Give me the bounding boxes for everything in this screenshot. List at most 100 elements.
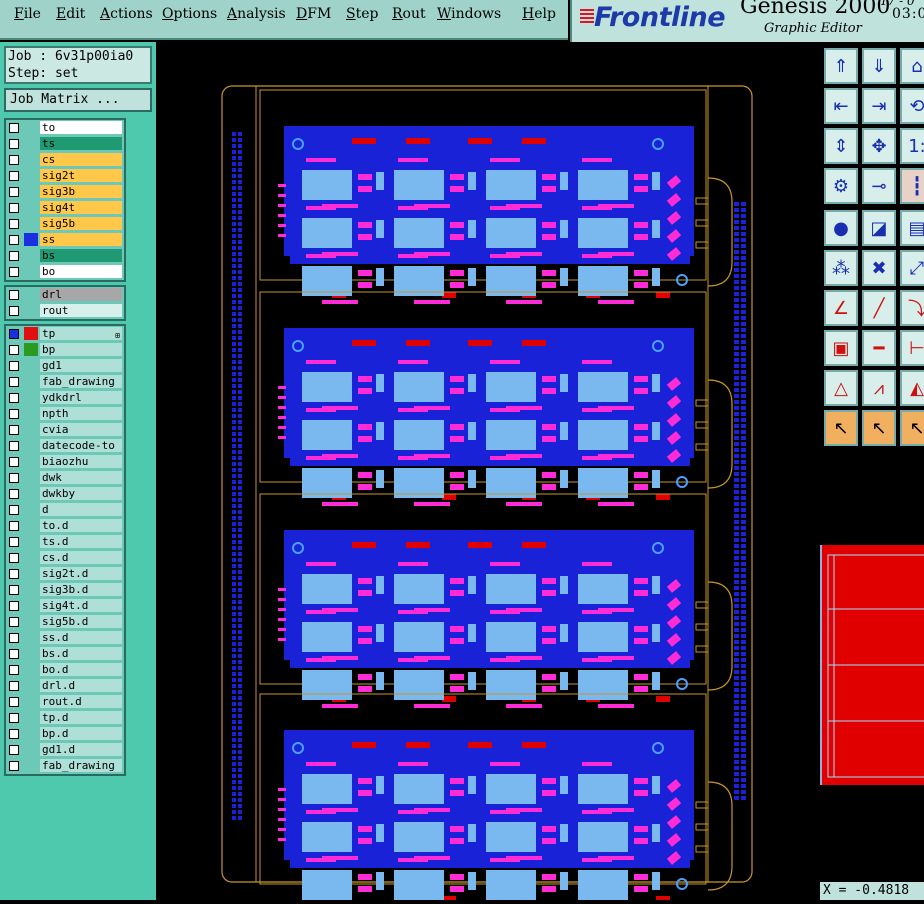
pan-right-icon[interactable]: ⇥ bbox=[862, 88, 896, 124]
layer-row-tp.d[interactable]: tp.d bbox=[6, 710, 124, 726]
layer-name[interactable]: fab_drawing bbox=[40, 759, 122, 772]
measure-icon[interactable]: ⚙ bbox=[824, 168, 858, 204]
layer-name[interactable]: ts bbox=[40, 137, 122, 150]
layer-name[interactable]: bp.d bbox=[40, 727, 122, 740]
layer-name[interactable]: sig3b bbox=[40, 185, 122, 198]
layer-name[interactable]: sig2t bbox=[40, 169, 122, 182]
layer-affected-checkbox[interactable] bbox=[9, 633, 19, 643]
pointer-icon[interactable]: ↖ bbox=[824, 410, 858, 446]
layer-affected-checkbox[interactable] bbox=[9, 569, 19, 579]
select-feature-icon[interactable]: ● bbox=[824, 210, 858, 246]
layer-list-scroll-area[interactable] bbox=[126, 118, 154, 898]
layer-row-cs.d[interactable]: cs.d bbox=[6, 550, 124, 566]
pointer-alt-icon[interactable]: ↖ bbox=[862, 410, 896, 446]
layer-row-to[interactable]: to bbox=[6, 120, 124, 136]
layer-row-sig4t.d[interactable]: sig4t.d bbox=[6, 598, 124, 614]
layer-row-gd1.d[interactable]: gd1.d bbox=[6, 742, 124, 758]
menu-file[interactable]: File bbox=[14, 6, 41, 22]
layer-affected-checkbox[interactable] bbox=[9, 697, 19, 707]
layer-affected-checkbox[interactable] bbox=[9, 235, 19, 245]
layer-row-ts.d[interactable]: ts.d bbox=[6, 534, 124, 550]
layer-name[interactable]: rout bbox=[40, 304, 122, 317]
layer-affected-checkbox[interactable] bbox=[9, 267, 19, 277]
layer-name[interactable]: bo.d bbox=[40, 663, 122, 676]
layer-name[interactable]: cs.d bbox=[40, 551, 122, 564]
arc-icon[interactable]: ⤵ bbox=[900, 290, 924, 326]
line-draw-icon[interactable]: ∠ bbox=[824, 290, 858, 326]
layer-row-ss[interactable]: ss bbox=[6, 232, 124, 248]
menu-windows[interactable]: Windows bbox=[437, 6, 501, 22]
layer-name[interactable]: sig5b.d bbox=[40, 615, 122, 628]
pointer-cancel-icon[interactable]: ↖ bbox=[900, 410, 924, 446]
dimension-icon[interactable]: ⊢ bbox=[900, 330, 924, 366]
layer-affected-checkbox[interactable] bbox=[9, 251, 19, 261]
layer-affected-checkbox[interactable] bbox=[9, 377, 19, 387]
layer-row-sig2t.d[interactable]: sig2t.d bbox=[6, 566, 124, 582]
ruler-icon[interactable]: ▤ bbox=[900, 210, 924, 246]
layer-row-rout[interactable]: rout bbox=[6, 303, 124, 319]
overview-panel-preview[interactable] bbox=[820, 545, 924, 785]
fit-horizontal-icon[interactable]: ⇕ bbox=[824, 128, 858, 164]
layer-affected-checkbox[interactable] bbox=[9, 473, 19, 483]
layer-row-drl[interactable]: drl bbox=[6, 287, 124, 303]
zoom-home-icon[interactable]: ⇑ bbox=[824, 48, 858, 84]
layer-row-bp.d[interactable]: bp.d bbox=[6, 726, 124, 742]
layer-row-to.d[interactable]: to.d bbox=[6, 518, 124, 534]
poly-icon[interactable]: ◭ bbox=[900, 370, 924, 406]
layer-affected-checkbox[interactable] bbox=[9, 713, 19, 723]
layer-name[interactable]: drl bbox=[40, 288, 122, 301]
layer-name[interactable]: to.d bbox=[40, 519, 122, 532]
layer-name[interactable]: rout.d bbox=[40, 695, 122, 708]
window-icon[interactable]: ⌂ bbox=[900, 48, 924, 84]
horizontal-line-icon[interactable]: ━ bbox=[862, 330, 896, 366]
menu-edit[interactable]: Edit bbox=[56, 6, 85, 22]
layer-affected-checkbox[interactable] bbox=[9, 393, 19, 403]
layer-affected-checkbox[interactable] bbox=[9, 729, 19, 739]
pan-left-icon[interactable]: ⇤ bbox=[824, 88, 858, 124]
layer-row-bo[interactable]: bo bbox=[6, 264, 124, 280]
menu-dfm[interactable]: DFM bbox=[296, 6, 331, 22]
cross-delete-icon[interactable]: ✖ bbox=[862, 250, 896, 286]
layer-row-sig3b[interactable]: sig3b bbox=[6, 184, 124, 200]
layer-name[interactable]: dwkby bbox=[40, 487, 122, 500]
layer-affected-checkbox[interactable] bbox=[9, 123, 19, 133]
pad-add-icon[interactable]: ▣ bbox=[824, 330, 858, 366]
menu-rout[interactable]: Rout bbox=[392, 6, 426, 22]
layer-name[interactable]: cs bbox=[40, 153, 122, 166]
layer-row-datecode-to[interactable]: datecode-to bbox=[6, 438, 124, 454]
layer-affected-checkbox[interactable] bbox=[9, 457, 19, 467]
layer-name[interactable]: ydkdrl bbox=[40, 391, 122, 404]
layer-affected-checkbox[interactable] bbox=[9, 441, 19, 451]
layer-name[interactable]: sig2t.d bbox=[40, 567, 122, 580]
layer-name[interactable]: ts.d bbox=[40, 535, 122, 548]
connect-nodes-icon[interactable]: ⁂ bbox=[824, 250, 858, 286]
layer-row-bs.d[interactable]: bs.d bbox=[6, 646, 124, 662]
layer-name[interactable]: datecode-to bbox=[40, 439, 122, 452]
layer-name[interactable]: d bbox=[40, 503, 122, 516]
layer-row-bo.d[interactable]: bo.d bbox=[6, 662, 124, 678]
layer-row-sig3b.d[interactable]: sig3b.d bbox=[6, 582, 124, 598]
layer-name[interactable]: tp.d bbox=[40, 711, 122, 724]
fit-all-icon[interactable]: ✥ bbox=[862, 128, 896, 164]
layer-row-ss.d[interactable]: ss.d bbox=[6, 630, 124, 646]
layer-name[interactable]: npth bbox=[40, 407, 122, 420]
trace-icon[interactable]: ⩘ bbox=[862, 370, 896, 406]
route-icon[interactable]: ⤢ bbox=[900, 250, 924, 286]
layer-row-sig4t[interactable]: sig4t bbox=[6, 200, 124, 216]
menu-options[interactable]: Options bbox=[162, 6, 217, 22]
layer-name[interactable]: ss.d bbox=[40, 631, 122, 644]
layer-affected-checkbox[interactable] bbox=[9, 585, 19, 595]
layer-affected-checkbox[interactable] bbox=[9, 155, 19, 165]
layer-affected-checkbox[interactable] bbox=[9, 171, 19, 181]
layer-name[interactable]: ss bbox=[40, 233, 122, 246]
layer-row-rout.d[interactable]: rout.d bbox=[6, 694, 124, 710]
layer-row-gd1[interactable]: gd1 bbox=[6, 358, 124, 374]
layer-affected-checkbox[interactable] bbox=[9, 489, 19, 499]
menu-step[interactable]: Step bbox=[346, 6, 378, 22]
layer-name[interactable]: gd1.d bbox=[40, 743, 122, 756]
layer-row-cs[interactable]: cs bbox=[6, 152, 124, 168]
layer-affected-checkbox[interactable] bbox=[9, 681, 19, 691]
layer-row-sig5b[interactable]: sig5b bbox=[6, 216, 124, 232]
layer-name[interactable]: bp bbox=[40, 343, 122, 356]
layer-row-biaozhu[interactable]: biaozhu bbox=[6, 454, 124, 470]
